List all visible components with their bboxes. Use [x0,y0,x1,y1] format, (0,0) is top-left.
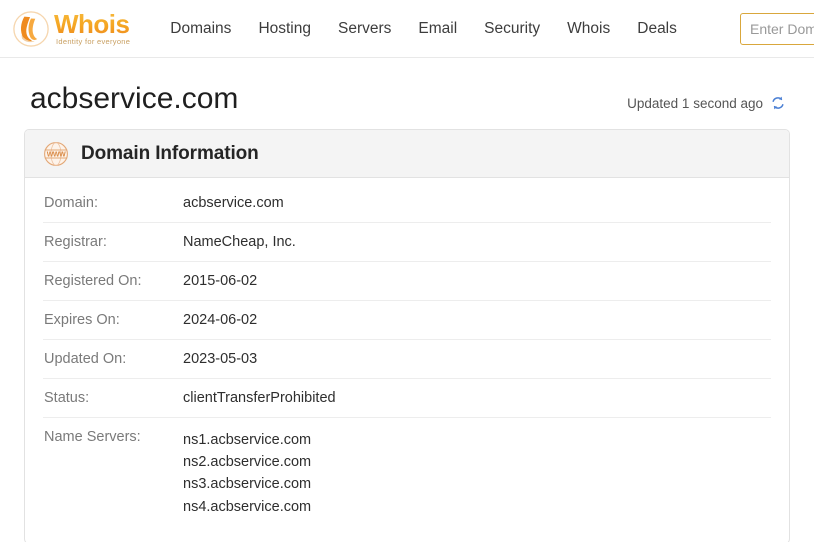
primary-nav: Domains Hosting Servers Email Security W… [170,20,677,38]
row-value-domain: acbservice.com [183,195,284,211]
page-title: acbservice.com [30,82,239,115]
row-value-registrar: NameCheap, Inc. [183,234,296,250]
nav-item-servers[interactable]: Servers [338,20,391,38]
table-row: Registered On: 2015-06-02 [43,262,771,301]
name-server-item: ns1.acbservice.com [183,432,312,448]
table-row: Domain: acbservice.com [43,184,771,223]
nav-item-email[interactable]: Email [418,20,457,38]
nav-item-whois[interactable]: Whois [567,20,610,38]
updated-text: Updated 1 second ago [627,95,763,111]
row-label-expires-on: Expires On: [44,312,120,328]
table-row: Updated On: 2023-05-03 [43,340,771,379]
table-row: Expires On: 2024-06-02 [43,301,771,340]
domain-search-container [740,13,814,45]
page-content: acbservice.com Updated 1 second ago WWW … [0,58,814,542]
nav-item-deals[interactable]: Deals [637,20,677,38]
row-label-domain: Domain: [44,195,98,211]
row-label-registrar: Registrar: [44,234,107,250]
name-server-item: ns4.acbservice.com [183,498,312,515]
table-row-name-servers: Name Servers: ns1.acbservice.com ns2.acb… [43,418,771,529]
table-row: Status: clientTransferProhibited [43,379,771,418]
card-title: Domain Information [81,142,259,164]
card-header: WWW Domain Information [25,130,789,178]
name-server-item: ns2.acbservice.com [183,454,312,471]
row-label-updated-on: Updated On: [44,351,127,367]
svg-text:WWW: WWW [47,151,66,158]
www-globe-icon: WWW [43,141,69,167]
card-body: Domain: acbservice.com Registrar: NameCh… [25,178,789,542]
row-label-name-servers: Name Servers: [44,429,141,445]
nav-item-hosting[interactable]: Hosting [258,20,311,38]
nav-item-security[interactable]: Security [484,20,540,38]
row-value-expires-on: 2024-06-02 [183,312,258,328]
brand-name: Whois [54,9,130,40]
brand-tagline: Identity for everyone [56,37,131,47]
row-value-registered-on: 2015-06-02 [183,273,258,289]
site-logo-link[interactable]: Whois Identity for everyone [12,10,130,48]
domain-information-card: WWW Domain Information Domain: acbservic… [24,129,790,542]
row-label-registered-on: Registered On: [44,273,142,289]
row-value-name-servers: ns1.acbservice.com ns2.acbservice.com ns… [183,429,771,518]
refresh-icon[interactable] [770,95,786,111]
table-row: Registrar: NameCheap, Inc. [43,223,771,262]
row-value-updated-on: 2023-05-03 [183,351,258,367]
whois-flame-logo-icon [12,10,50,48]
updated-status: Updated 1 second ago [627,95,786,115]
domain-search-input[interactable] [740,13,814,45]
row-label-status: Status: [44,390,90,406]
top-navigation-bar: Whois Identity for everyone Domains Host… [0,0,814,58]
row-value-status: clientTransferProhibited [183,390,336,406]
name-server-item: ns3.acbservice.com [183,476,312,493]
nav-item-domains[interactable]: Domains [170,20,231,38]
page-header: acbservice.com Updated 1 second ago [24,58,790,129]
